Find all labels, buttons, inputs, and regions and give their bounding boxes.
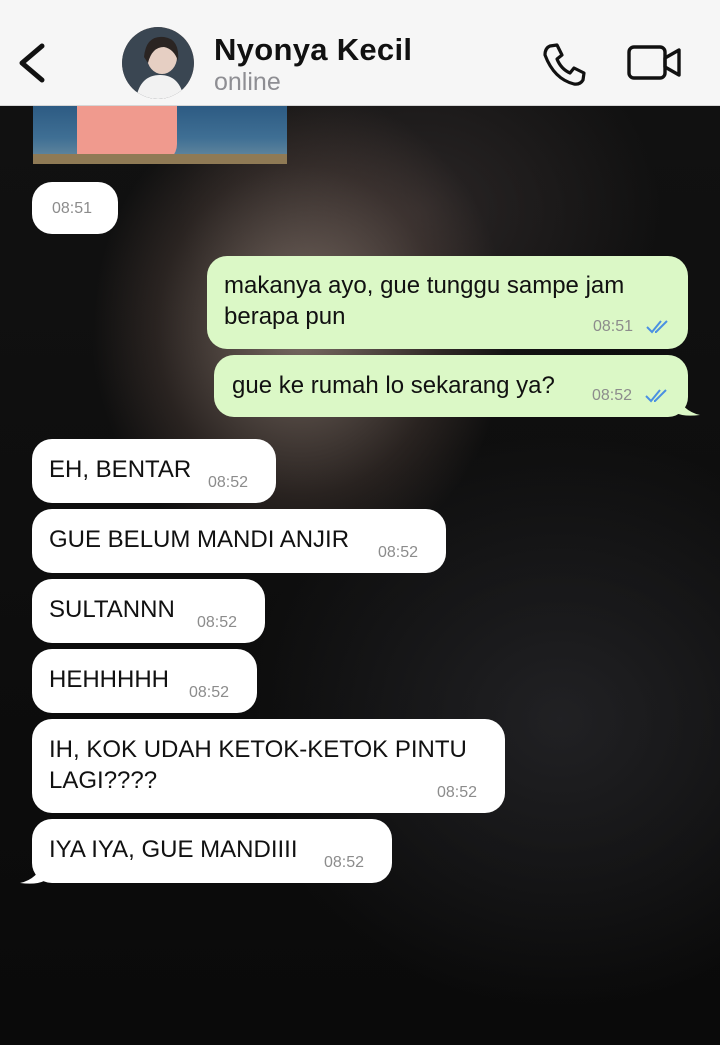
voice-call-button[interactable] <box>540 40 588 88</box>
contact-avatar[interactable] <box>122 27 194 99</box>
incoming-message-bubble[interactable]: 08:51 <box>32 182 118 234</box>
video-camera-icon <box>627 45 681 80</box>
read-receipt-icon <box>645 389 667 403</box>
message-text: LAGI???? <box>49 767 158 794</box>
video-call-button[interactable] <box>626 42 684 84</box>
message-text: makanya ayo, gue tunggu sampe jam <box>224 272 625 299</box>
read-receipt-icon <box>646 320 668 334</box>
contact-status: online <box>214 68 281 96</box>
incoming-message-bubble[interactable]: SULTANNN 08:52 <box>32 579 265 643</box>
image-ground <box>33 154 287 164</box>
message-timestamp: 08:51 <box>52 200 93 217</box>
incoming-message-bubble[interactable]: HEHHHHH 08:52 <box>32 649 257 713</box>
incoming-message-bubble[interactable]: GUE BELUM MANDI ANJIR 08:52 <box>32 509 446 573</box>
message-timestamp: 08:52 <box>592 387 633 404</box>
message-text: IH, KOK UDAH KETOK-KETOK PINTU <box>49 736 467 763</box>
message-text: SULTANNN <box>49 596 175 623</box>
incoming-message-bubble[interactable]: IYA IYA, GUE MANDIIII 08:52 <box>32 819 392 883</box>
outgoing-bubble-tail <box>676 393 700 416</box>
contact-name[interactable]: Nyonya Kecil <box>214 32 412 68</box>
incoming-message-bubble[interactable]: EH, BENTAR 08:52 <box>32 439 276 503</box>
message-timestamp: 08:51 <box>593 318 634 335</box>
message-timestamp: 08:52 <box>324 854 365 871</box>
outgoing-message-bubble[interactable]: makanya ayo, gue tunggu sampe jam berapa… <box>207 256 688 349</box>
message-text: EH, BENTAR <box>49 456 192 483</box>
message-timestamp: 08:52 <box>189 684 230 701</box>
message-text: gue ke rumah lo sekarang ya? <box>232 372 555 399</box>
message-text: berapa pun <box>224 303 346 330</box>
chevron-left-icon <box>19 43 45 83</box>
message-text: IYA IYA, GUE MANDIIII <box>49 836 298 863</box>
incoming-bubble-tail <box>20 861 44 884</box>
back-button[interactable] <box>14 38 54 88</box>
message-text: HEHHHHH <box>49 666 169 693</box>
chat-header: Nyonya Kecil online <box>0 0 720 106</box>
message-timestamp: 08:52 <box>197 614 238 631</box>
phone-icon <box>543 43 586 86</box>
avatar-photo <box>122 27 194 99</box>
message-timestamp: 08:52 <box>378 544 419 561</box>
incoming-message-bubble[interactable]: IH, KOK UDAH KETOK-KETOK PINTU LAGI???? … <box>32 719 505 813</box>
message-timestamp: 08:52 <box>208 474 249 491</box>
message-text: GUE BELUM MANDI ANJIR <box>49 526 350 553</box>
outgoing-message-bubble[interactable]: gue ke rumah lo sekarang ya? 08:52 <box>214 355 688 417</box>
image-message-thumbnail[interactable] <box>33 106 287 164</box>
message-timestamp: 08:52 <box>437 784 478 801</box>
